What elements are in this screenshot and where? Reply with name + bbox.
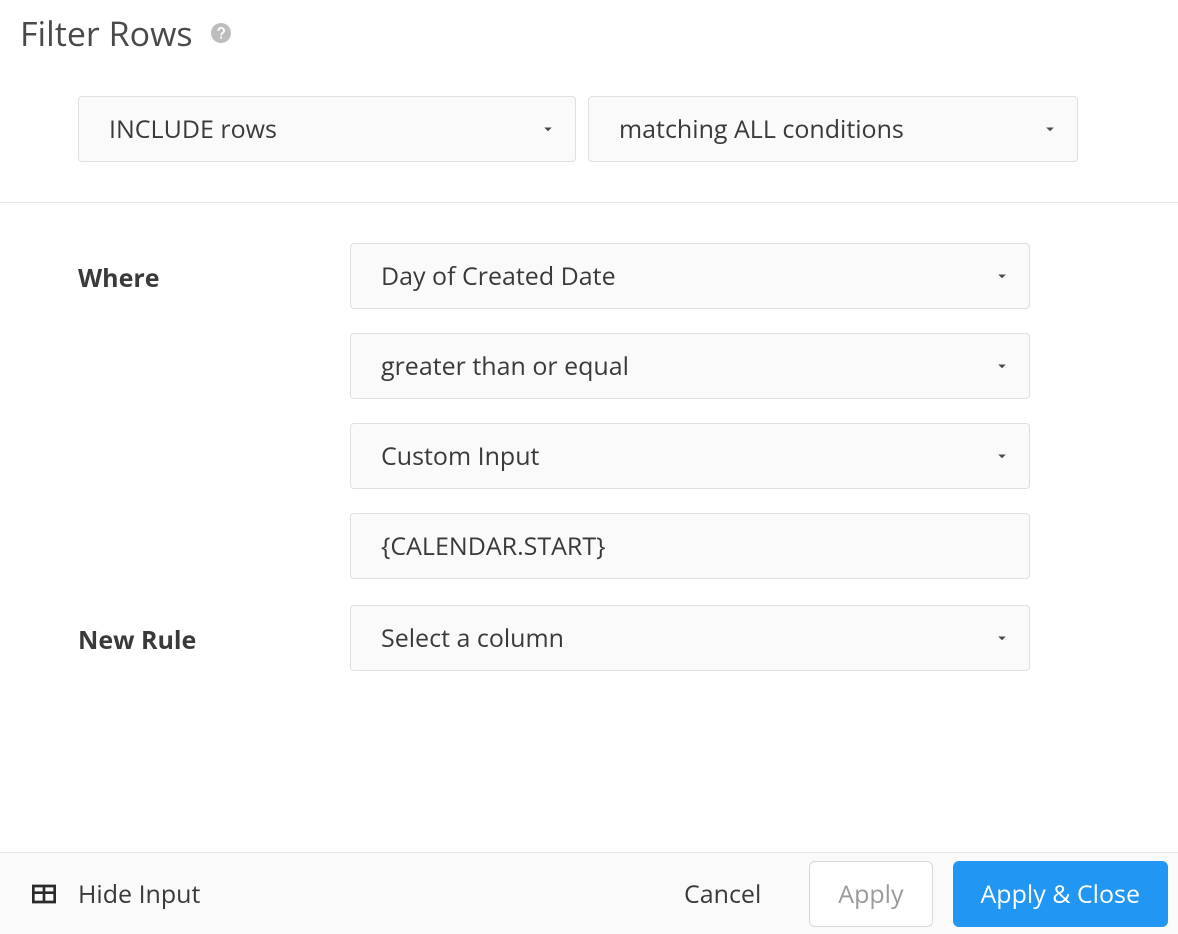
chevron-down-icon (993, 629, 1011, 647)
dialog-footer: Hide Input Cancel Apply Apply & Close (0, 852, 1178, 934)
table-icon[interactable] (28, 878, 60, 910)
new-rule-label: New Rule (78, 605, 350, 657)
dialog-title: Filter Rows (20, 10, 193, 56)
include-mode-value: INCLUDE rows (109, 112, 277, 146)
where-value-type-select[interactable]: Custom Input (350, 423, 1030, 489)
where-operator-select[interactable]: greater than or equal (350, 333, 1030, 399)
apply-close-button[interactable]: Apply & Close (953, 861, 1169, 927)
hide-input-button[interactable]: Hide Input (78, 877, 200, 911)
chevron-down-icon (539, 120, 557, 138)
where-value-field[interactable] (350, 513, 1030, 579)
new-rule-placeholder: Select a column (381, 621, 564, 655)
where-value-input[interactable] (381, 529, 1013, 563)
chevron-down-icon (993, 447, 1011, 465)
rules-area: Where Day of Created Date greater than o… (0, 203, 1178, 671)
where-operator-value: greater than or equal (381, 349, 629, 383)
new-rule-column-select[interactable]: Select a column (350, 605, 1030, 671)
where-value-type-value: Custom Input (381, 439, 539, 473)
match-mode-value: matching ALL conditions (619, 112, 904, 146)
apply-button[interactable]: Apply (809, 861, 932, 927)
include-mode-select[interactable]: INCLUDE rows (78, 96, 576, 162)
chevron-down-icon (993, 357, 1011, 375)
footer-left: Hide Input (28, 877, 656, 911)
new-rule-controls: Select a column (350, 605, 1030, 671)
where-rule-row: Where Day of Created Date greater than o… (78, 243, 1178, 579)
chevron-down-icon (993, 267, 1011, 285)
new-rule-row: New Rule Select a column (78, 605, 1178, 671)
filter-mode-row: INCLUDE rows matching ALL conditions (0, 96, 1178, 202)
match-mode-select[interactable]: matching ALL conditions (588, 96, 1078, 162)
footer-right: Cancel Apply Apply & Close (656, 861, 1168, 927)
chevron-down-icon (1041, 120, 1059, 138)
where-column-select[interactable]: Day of Created Date (350, 243, 1030, 309)
where-controls: Day of Created Date greater than or equa… (350, 243, 1030, 579)
help-icon[interactable] (209, 21, 233, 45)
cancel-button[interactable]: Cancel (656, 861, 789, 927)
where-column-value: Day of Created Date (381, 259, 616, 293)
dialog-header: Filter Rows (0, 0, 1178, 96)
where-label: Where (78, 243, 350, 295)
